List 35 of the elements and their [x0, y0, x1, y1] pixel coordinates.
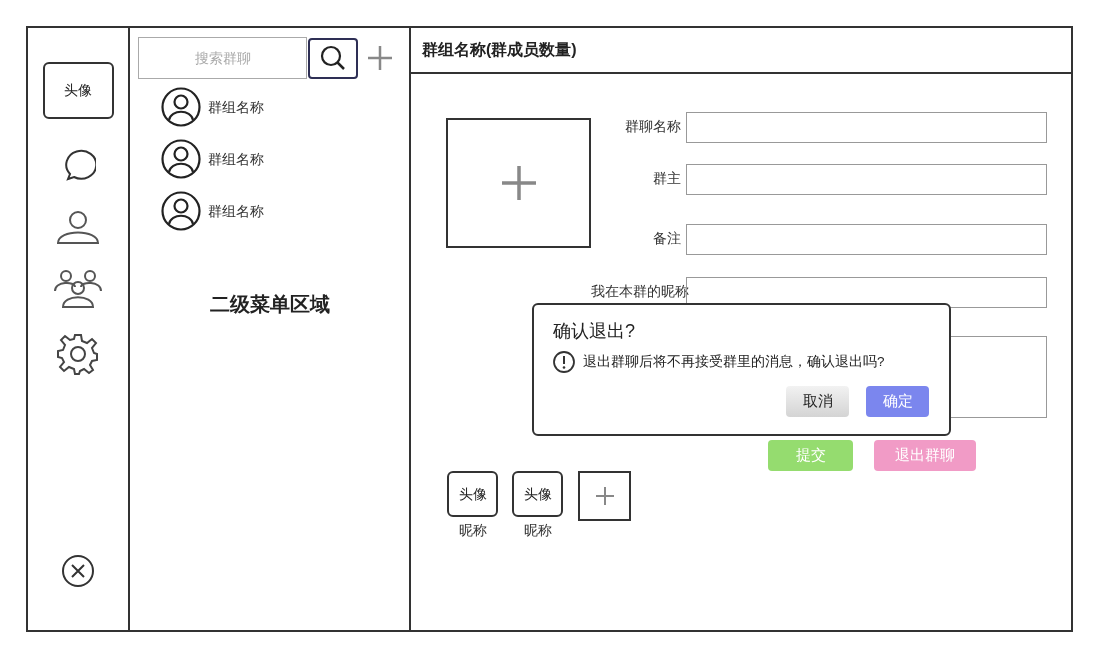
dialog-message: 退出群聊后将不再接受群里的消息，确认退出吗? — [583, 352, 885, 371]
search-icon — [319, 44, 347, 72]
settings-icon[interactable] — [57, 333, 99, 375]
member-nickname: 昵称 — [458, 522, 487, 540]
member-nickname: 昵称 — [523, 522, 552, 540]
field-label: 备注 — [653, 231, 681, 246]
group-title: 群组名称(群成员数量) — [422, 40, 577, 60]
input-field[interactable] — [686, 164, 1047, 195]
input-field[interactable] — [686, 112, 1047, 143]
member-avatar[interactable]: 头像 — [512, 471, 563, 517]
member-avatar[interactable]: 头像 — [447, 471, 498, 517]
group-item[interactable]: 群组名称 — [161, 139, 409, 179]
search-button[interactable] — [308, 37, 358, 79]
cancel-button[interactable]: 取消 — [786, 386, 849, 417]
plus-icon — [500, 165, 537, 201]
add-member-button[interactable] — [578, 471, 631, 521]
dialog-title: 确认退出? — [553, 320, 635, 343]
group-item[interactable]: 群组名称 — [161, 87, 409, 127]
group-icon[interactable] — [53, 269, 103, 309]
plus-icon — [595, 487, 614, 505]
close-icon[interactable] — [61, 554, 95, 588]
field-label: 群主 — [653, 171, 681, 186]
user-avatar-icon — [161, 139, 201, 179]
input-field[interactable] — [686, 224, 1047, 255]
person-icon[interactable] — [55, 209, 101, 245]
area-label: 二级菜单区域 — [209, 292, 330, 317]
avatar-button[interactable]: 头像 — [42, 62, 114, 119]
group-item[interactable]: 群组名称 — [161, 191, 409, 231]
user-avatar-icon — [161, 191, 201, 231]
add-icon[interactable] — [367, 45, 393, 71]
field-label: 群聊名称 — [625, 119, 681, 134]
warning-icon — [553, 351, 575, 373]
user-avatar-icon — [161, 87, 201, 127]
upload-box[interactable] — [446, 118, 591, 248]
search-field[interactable]: 搜索群聊 — [138, 37, 307, 79]
